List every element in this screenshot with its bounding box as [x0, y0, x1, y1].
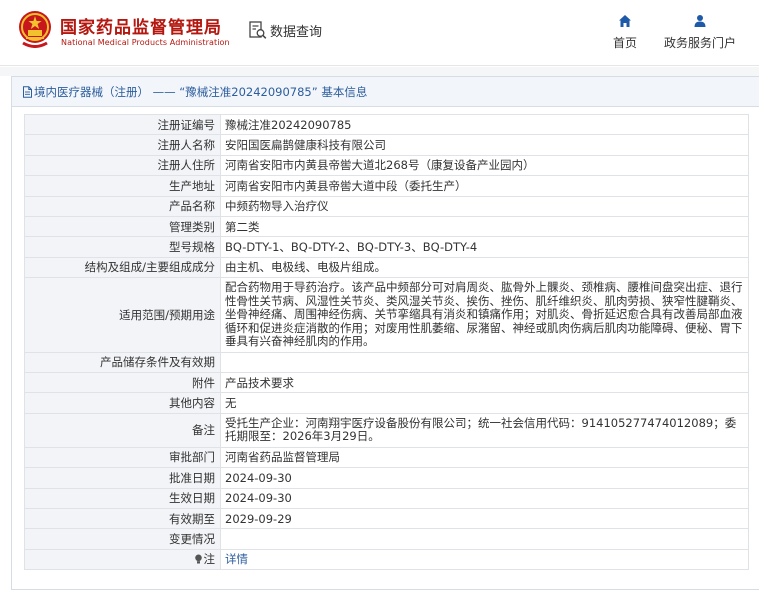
field-value: 配合药物用于导药治疗。该产品中频部分可对肩周炎、肱骨外上髁炎、颈椎病、腰椎间盘突… [220, 277, 749, 353]
field-value: 2024-09-30 [220, 467, 749, 489]
nav-home[interactable]: 首页 [608, 14, 642, 51]
nav-home-label: 首页 [612, 36, 637, 50]
field-value: 无 [220, 392, 749, 414]
user-icon [694, 15, 706, 27]
table-row: 注册人住所 河南省安阳市内黄县帝喾大道北268号（康复设备产业园内） [24, 154, 749, 177]
table-row: 适用范围/预期用途 配合药物用于导药治疗。该产品中频部分可对肩周炎、肱骨外上髁炎… [24, 277, 749, 353]
field-label: 批准日期 [24, 467, 221, 489]
table-row: 管理类别 第二类 [24, 215, 749, 238]
field-value: 中频药物导入治疗仪 [220, 195, 749, 217]
nav-gov-services[interactable]: 政务服务门户 [660, 14, 740, 51]
table-row: 变更情况 [24, 528, 749, 550]
detail-link[interactable]: 详情 [225, 552, 248, 566]
table-row: 有效期至 2029-09-29 [24, 507, 749, 530]
table-row: 型号规格 BQ-DTY-1、BQ-DTY-2、BQ-DTY-3、BQ-DTY-4 [24, 236, 749, 258]
table-row: 审批部门 河南省药品监督管理局 [24, 446, 749, 469]
table-row: 注 详情 [24, 548, 749, 571]
field-label: 注册人名称 [24, 134, 221, 156]
field-value: 河南省药品监督管理局 [220, 446, 749, 469]
table-row: 附件 产品技术要求 [24, 372, 749, 394]
table-row: 产品名称 中频药物导入治疗仪 [24, 195, 749, 217]
field-label: 结构及组成/主要组成成分 [24, 256, 221, 279]
field-label: 变更情况 [24, 528, 221, 550]
data-query-link[interactable]: 数据查询 [248, 20, 322, 40]
table-row: 生效日期 2024-09-30 [24, 487, 749, 509]
field-value: 详情 [220, 548, 749, 571]
site-header: 国家药品监督管理局 National Medical Products Admi… [0, 0, 759, 66]
registration-info-table: 注册证编号 豫械注准20242090785 注册人名称 安阳国医扁鹊健康科技有限… [24, 113, 749, 571]
data-query-label: 数据查询 [270, 24, 323, 40]
field-label: 产品名称 [24, 195, 221, 217]
field-value: 由主机、电极线、电极片组成。 [220, 256, 749, 279]
field-value [220, 351, 749, 374]
field-value: BQ-DTY-1、BQ-DTY-2、BQ-DTY-3、BQ-DTY-4 [220, 236, 749, 258]
page-background [0, 67, 759, 76]
field-label: 适用范围/预期用途 [24, 277, 221, 353]
field-value: 2024-09-30 [220, 487, 749, 509]
document-search-icon [249, 21, 267, 39]
site-name-cn[interactable]: 国家药品监督管理局 [60, 13, 222, 38]
field-value: 产品技术要求 [220, 372, 749, 394]
field-label: 管理类别 [24, 215, 221, 238]
document-icon [23, 85, 32, 98]
field-value: 河南省安阳市内黄县帝喾大道中段（委托生产） [220, 175, 749, 197]
note-label: 注 [24, 548, 221, 571]
lightbulb-icon [194, 554, 202, 564]
field-label: 附件 [24, 372, 221, 394]
table-row: 备注 受托生产企业：河南翔宇医疗设备股份有限公司；统一社会信用代码：914105… [24, 412, 749, 448]
nav-gov-services-label: 政务服务门户 [663, 36, 736, 50]
field-value [220, 528, 749, 550]
breadcrumb: 境内医疗器械（注册） —— “豫械注准20242090785” 基本信息 [12, 77, 759, 107]
field-label: 注册人住所 [24, 154, 221, 177]
table-row: 结构及组成/主要组成成分 由主机、电极线、电极片组成。 [24, 256, 749, 279]
field-label: 备注 [24, 412, 221, 448]
table-row: 其他内容 无 [24, 392, 749, 414]
field-value: 第二类 [220, 215, 749, 238]
home-icon [619, 15, 631, 27]
field-label: 型号规格 [24, 236, 221, 258]
field-label: 有效期至 [24, 507, 221, 530]
table-row: 批准日期 2024-09-30 [24, 467, 749, 489]
field-label: 生产地址 [24, 175, 221, 197]
site-name-en[interactable]: National Medical Products Administration [61, 38, 230, 47]
table-row: 注册人名称 安阳国医扁鹊健康科技有限公司 [24, 134, 749, 156]
field-value: 2029-09-29 [220, 507, 749, 530]
field-label: 生效日期 [24, 487, 221, 509]
breadcrumb-text: 境内医疗器械（注册） —— “豫械注准20242090785” 基本信息 [34, 84, 368, 99]
table-row: 注册证编号 豫械注准20242090785 [24, 113, 749, 136]
field-label: 注册证编号 [24, 113, 221, 136]
field-value: 安阳国医扁鹊健康科技有限公司 [220, 134, 749, 156]
field-label: 审批部门 [24, 446, 221, 469]
note-label-text: 注 [203, 552, 216, 567]
field-label: 其他内容 [24, 392, 221, 414]
field-value: 豫械注准20242090785 [220, 113, 749, 136]
field-value: 受托生产企业：河南翔宇医疗设备股份有限公司；统一社会信用代码：914105277… [220, 412, 749, 448]
national-emblem-icon [19, 11, 51, 48]
field-value: 河南省安阳市内黄县帝喾大道北268号（康复设备产业园内） [220, 154, 749, 177]
table-row: 产品储存条件及有效期 [24, 351, 749, 374]
field-label: 产品储存条件及有效期 [24, 351, 221, 374]
table-row: 生产地址 河南省安阳市内黄县帝喾大道中段（委托生产） [24, 175, 749, 197]
detail-panel: 境内医疗器械（注册） —— “豫械注准20242090785” 基本信息 注册证… [11, 76, 759, 590]
